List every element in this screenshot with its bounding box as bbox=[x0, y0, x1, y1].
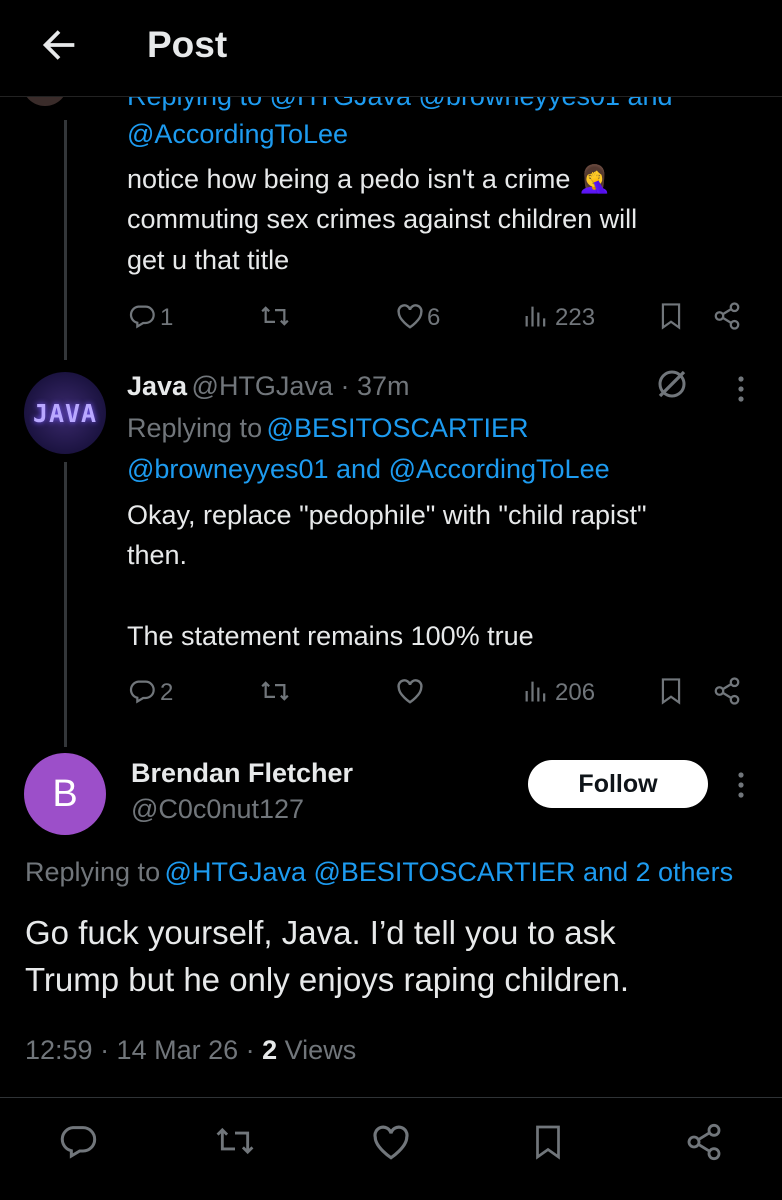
views-count: 223 bbox=[555, 304, 596, 331]
retweet-icon[interactable] bbox=[258, 302, 292, 330]
back-arrow-icon[interactable] bbox=[36, 22, 82, 68]
more-options-icon[interactable] bbox=[737, 771, 747, 799]
author-name[interactable]: Brendan Fletcher bbox=[131, 753, 353, 794]
share-icon[interactable] bbox=[712, 676, 742, 706]
share-icon[interactable] bbox=[712, 301, 742, 331]
views-count: 2 bbox=[262, 1035, 278, 1065]
tweet-meta: 12:59 · 14 Mar 26 · 2 Views bbox=[25, 1030, 356, 1070]
reply-count: 1 bbox=[160, 304, 174, 331]
views-icon[interactable] bbox=[522, 677, 550, 705]
tweet-text-line: The statement remains 100% true bbox=[127, 621, 534, 651]
bookmark-icon[interactable] bbox=[657, 301, 685, 331]
mention-link[interactable]: @BESITOSCARTIER bbox=[267, 413, 529, 443]
author-row: Java @HTGJava · 37m bbox=[127, 366, 409, 407]
tweet-text-line: get u that title bbox=[127, 245, 290, 275]
author-handle-time[interactable]: @HTGJava · 37m bbox=[192, 371, 410, 401]
replying-to-label: Replying to bbox=[127, 413, 263, 443]
author-handle[interactable]: @C0c0nut127 bbox=[131, 789, 304, 830]
views-label: Views bbox=[277, 1035, 357, 1065]
more-options-icon[interactable] bbox=[736, 375, 746, 403]
replying-to-line: Replying to @HTGJava @BESITOSCARTIER and… bbox=[25, 852, 782, 893]
avatar[interactable]: JAVA bbox=[24, 372, 106, 454]
main-tweet-text-line: Go fuck yourself, Java. I’d tell you to … bbox=[25, 914, 616, 951]
like-icon[interactable] bbox=[395, 302, 425, 330]
tweet-text-line: Okay, replace "pedophile" with "child ra… bbox=[127, 500, 647, 530]
retweet-icon[interactable] bbox=[212, 1122, 258, 1160]
divider bbox=[0, 1097, 782, 1098]
mention-link[interactable]: @AccordingToLee bbox=[127, 114, 348, 155]
avatar-letter: B bbox=[52, 772, 78, 815]
main-tweet-text-line: Trump but he only enjoys raping children… bbox=[25, 961, 630, 998]
tweet-text-line: then. bbox=[127, 540, 188, 570]
replying-to-label: Replying to bbox=[25, 857, 161, 887]
retweet-icon[interactable] bbox=[258, 677, 292, 705]
reply-icon[interactable] bbox=[128, 677, 156, 705]
bookmark-icon[interactable] bbox=[657, 676, 685, 706]
replying-to-line: Replying to @BESITOSCARTIER bbox=[127, 408, 529, 449]
thread-line bbox=[64, 120, 67, 360]
share-icon[interactable] bbox=[684, 1122, 724, 1162]
reply-icon[interactable] bbox=[58, 1121, 98, 1161]
thread-line bbox=[64, 462, 67, 747]
reply-count: 2 bbox=[160, 679, 174, 706]
mention-link[interactable]: @browneyyes01 and @AccordingToLee bbox=[127, 449, 610, 490]
avatar-logo-text: JAVA bbox=[32, 398, 98, 428]
page-title: Post bbox=[147, 24, 228, 65]
views-icon[interactable] bbox=[522, 302, 550, 330]
reply-icon[interactable] bbox=[128, 302, 156, 330]
views-count: 206 bbox=[555, 679, 596, 706]
avatar[interactable]: B bbox=[24, 753, 106, 835]
like-count: 6 bbox=[427, 304, 441, 331]
mention-link[interactable]: @HTGJava @BESITOSCARTIER and 2 others bbox=[165, 857, 734, 887]
tweet-text-line: commuting sex crimes against children wi… bbox=[127, 204, 638, 234]
like-icon[interactable] bbox=[370, 1122, 412, 1162]
timestamp[interactable]: 12:59 · 14 Mar 26 · bbox=[25, 1035, 262, 1065]
bookmark-icon[interactable] bbox=[530, 1121, 566, 1163]
grok-icon[interactable] bbox=[654, 366, 690, 402]
top-bar: Post bbox=[0, 0, 782, 97]
follow-button[interactable]: Follow bbox=[528, 760, 708, 808]
like-icon[interactable] bbox=[395, 677, 425, 705]
tweet-text-line: notice how being a pedo isn't a crime 🤦‍… bbox=[127, 164, 612, 194]
author-name[interactable]: Java bbox=[127, 371, 187, 401]
